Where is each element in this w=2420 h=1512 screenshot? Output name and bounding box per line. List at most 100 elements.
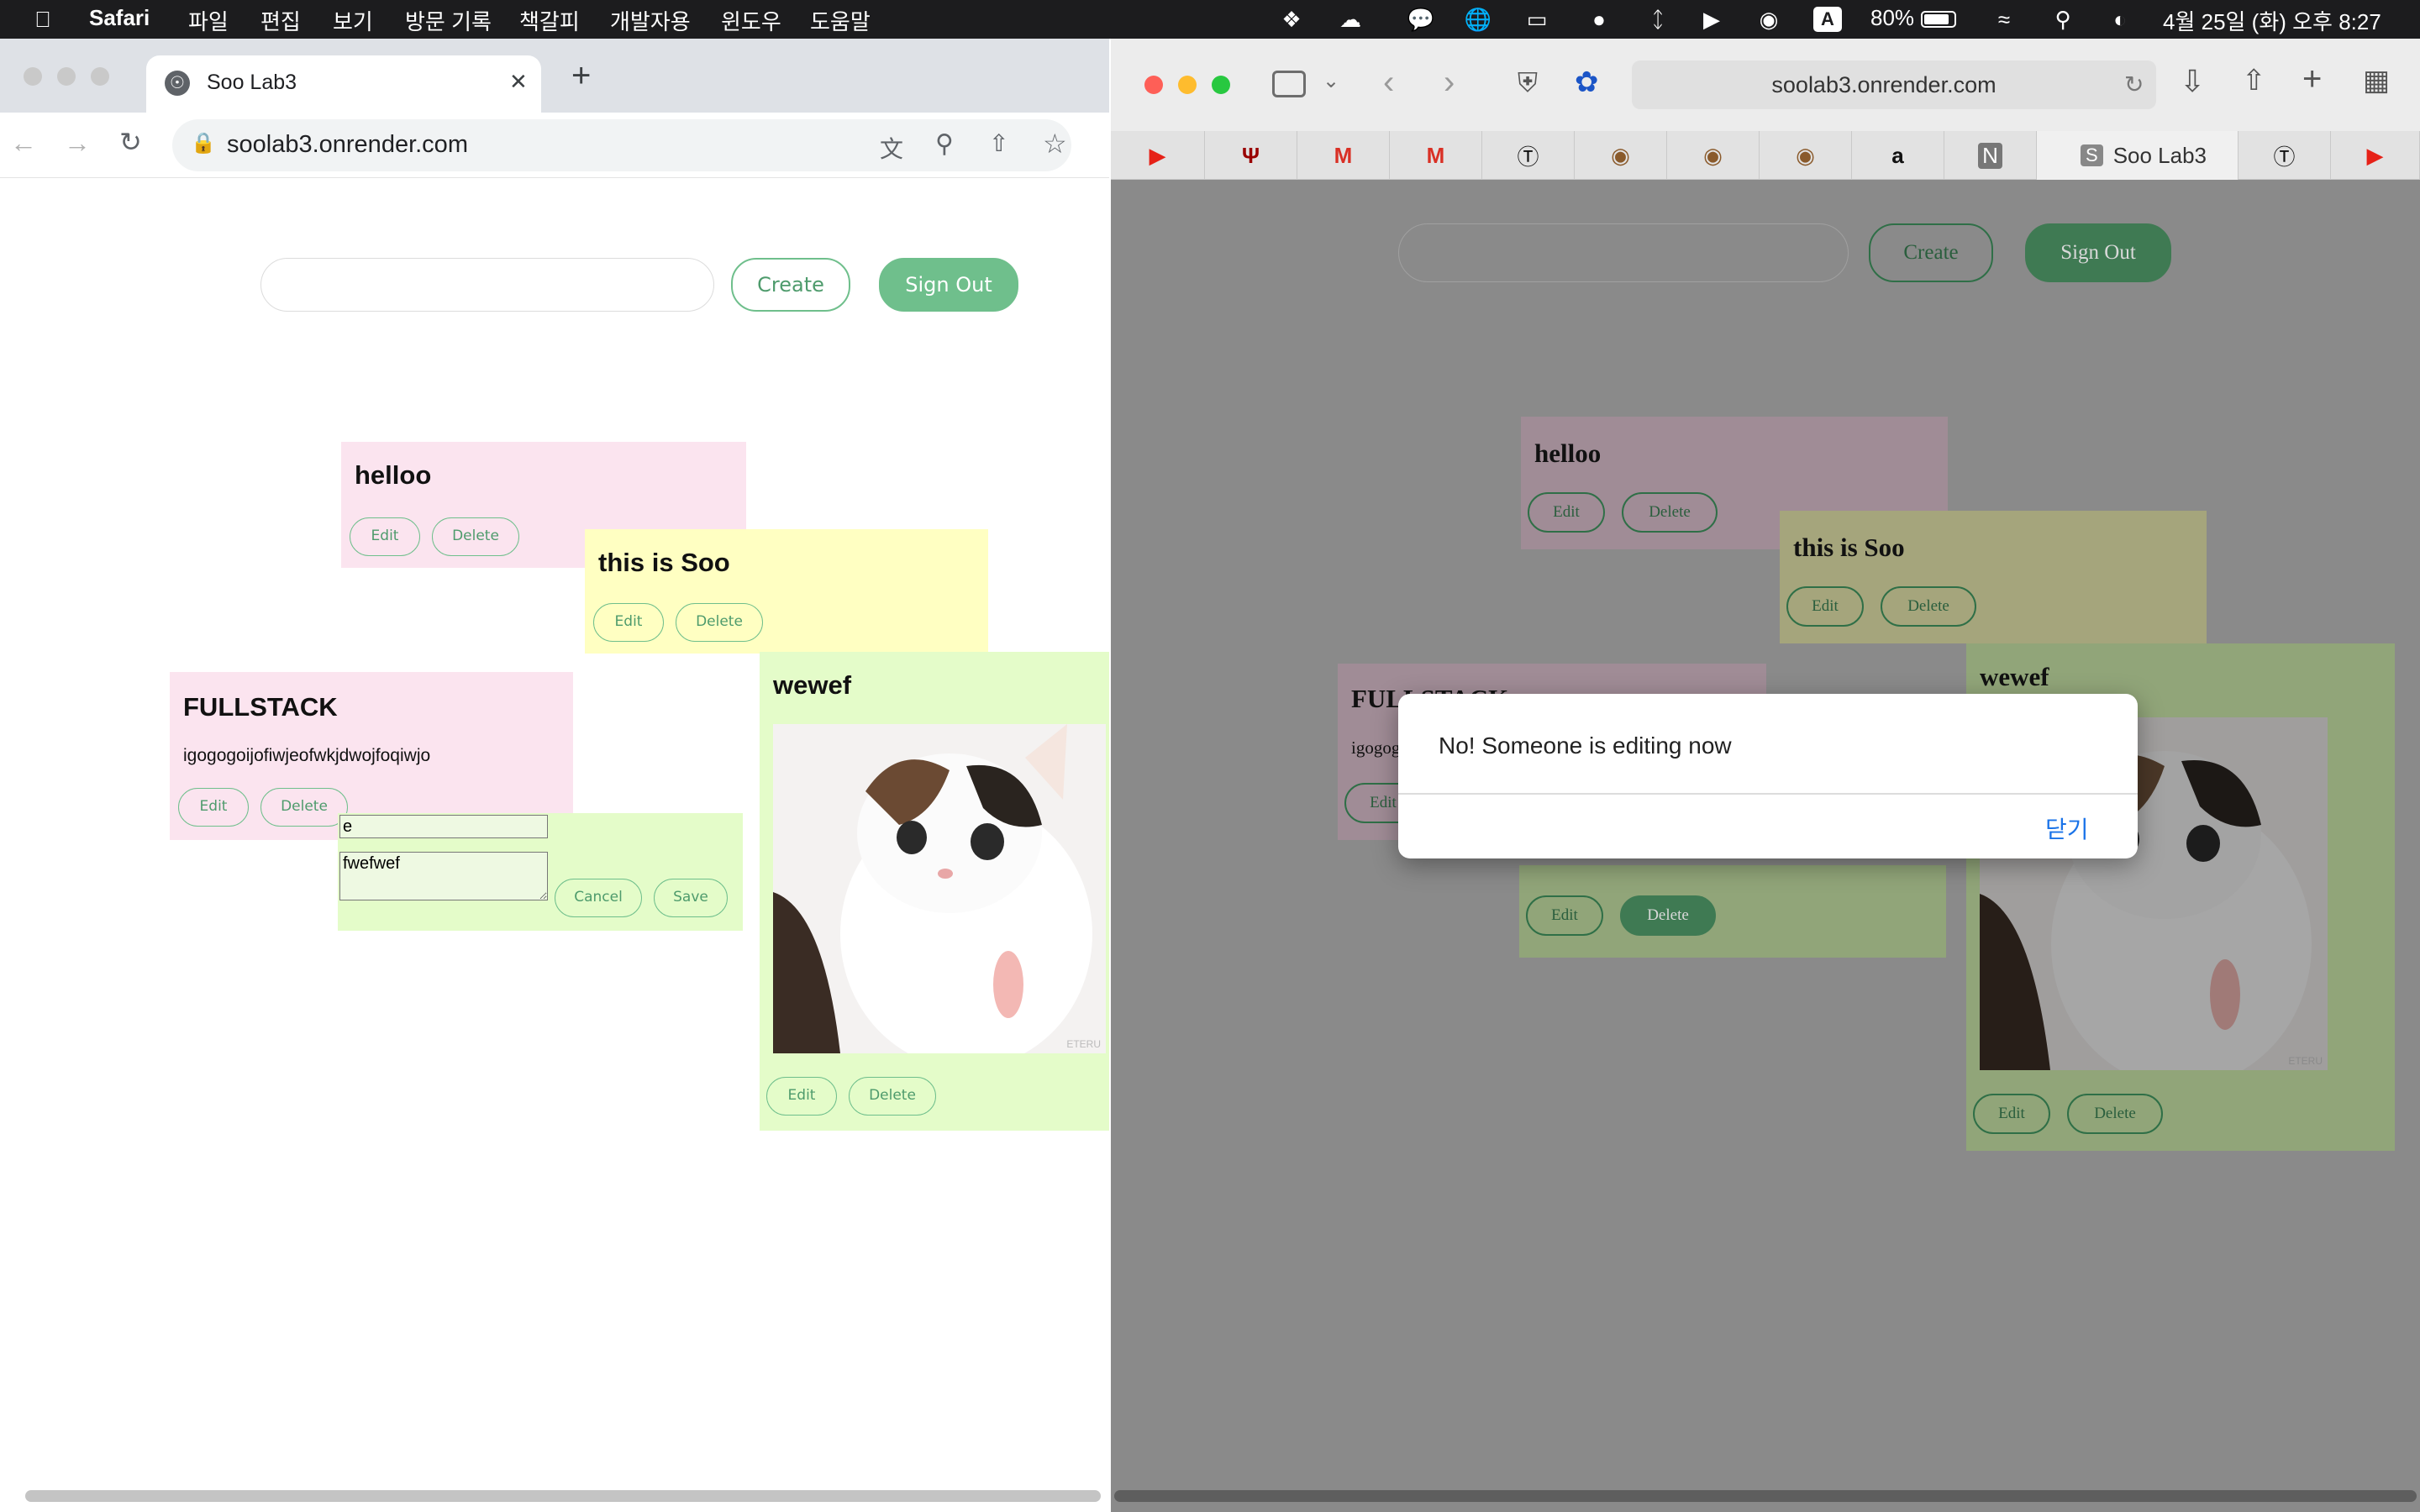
gmail-icon[interactable]: M bbox=[1390, 131, 1482, 180]
back-icon[interactable]: ‹ bbox=[1383, 64, 1394, 102]
downloads-icon[interactable]: ⇩ bbox=[2180, 64, 2205, 99]
editing-note-card[interactable]: fwefwef Cancel Save bbox=[338, 813, 743, 931]
sign-out-button[interactable]: Sign Out bbox=[879, 258, 1018, 312]
zoom-window-button[interactable] bbox=[91, 67, 109, 86]
delete-button[interactable]: Delete bbox=[432, 517, 519, 556]
share-icon[interactable]: ⇧ bbox=[989, 129, 1008, 157]
reload-icon[interactable]: ↻ bbox=[2124, 71, 2144, 98]
globe-icon[interactable]: 🌐 bbox=[1465, 7, 1491, 32]
edit-button[interactable]: Edit bbox=[1526, 895, 1603, 936]
note-card[interactable]: this is Soo Edit Delete bbox=[1780, 511, 2207, 643]
k-icon[interactable]: Ⓣ bbox=[1482, 131, 1575, 180]
close-dialog-button[interactable]: 닫기 bbox=[2045, 811, 2089, 845]
save-button[interactable]: Save bbox=[654, 879, 728, 917]
address-bar[interactable]: 🔒 soolab3.onrender.com 文 ⚲ ⇧ ☆ bbox=[172, 119, 1071, 171]
grammarly-icon[interactable]: ● bbox=[1586, 7, 1612, 32]
control-center-icon[interactable]: ◐ bbox=[2107, 7, 2133, 32]
messenger-icon[interactable]: 💬 bbox=[1407, 7, 1434, 32]
edit-button[interactable]: Edit bbox=[766, 1077, 837, 1116]
cancel-button[interactable]: Cancel bbox=[555, 879, 642, 917]
edit-button[interactable]: Edit bbox=[1528, 492, 1605, 533]
wifi-icon[interactable]: ≈ bbox=[1991, 7, 2017, 32]
share-icon[interactable]: ⇧ bbox=[2242, 64, 2266, 97]
forward-icon[interactable]: → bbox=[64, 128, 91, 159]
bear-icon[interactable]: ◉ bbox=[1760, 131, 1852, 180]
menu-window[interactable]: 윈도우 bbox=[721, 5, 781, 36]
edit-title-input[interactable] bbox=[339, 815, 548, 838]
menu-app-name[interactable]: Safari bbox=[89, 5, 150, 31]
bookmark-star-icon[interactable]: ☆ bbox=[1043, 128, 1067, 160]
tab-overview-icon[interactable]: ▦ bbox=[2363, 64, 2390, 97]
close-tab-icon[interactable]: ✕ bbox=[509, 69, 528, 95]
note-card[interactable]: wewef ETERU Edit Delete bbox=[760, 652, 1109, 1131]
menu-history[interactable]: 방문 기록 bbox=[405, 5, 492, 36]
delete-button[interactable]: Delete bbox=[1620, 895, 1716, 936]
delete-button[interactable]: Delete bbox=[1622, 492, 1718, 533]
bluetooth-icon[interactable]: ᛨ bbox=[1645, 7, 1670, 32]
sidebar-icon[interactable] bbox=[1272, 71, 1306, 97]
zoom-out-icon[interactable]: ⚲ bbox=[935, 129, 954, 159]
active-tab[interactable]: S Soo Lab3 bbox=[2037, 131, 2238, 180]
privacy-shield-icon[interactable]: ⛨ bbox=[1518, 67, 1538, 99]
translate-icon[interactable]: 文 bbox=[880, 131, 903, 165]
horizontal-scrollbar[interactable] bbox=[1114, 1490, 2417, 1502]
delete-button[interactable]: Delete bbox=[1881, 586, 1976, 627]
gmail-icon[interactable]: M bbox=[1297, 131, 1390, 180]
menu-develop[interactable]: 개발자용 bbox=[610, 5, 691, 36]
youtube-icon[interactable]: ▶ bbox=[1111, 131, 1205, 180]
edit-button[interactable]: Edit bbox=[1973, 1094, 2050, 1134]
bear-icon[interactable]: ◉ bbox=[1575, 131, 1667, 180]
apple-menu-icon[interactable]:  bbox=[30, 7, 55, 32]
delete-button[interactable]: Delete bbox=[2067, 1094, 2163, 1134]
edit-button[interactable]: Edit bbox=[178, 788, 249, 827]
amazon-icon[interactable]: a bbox=[1852, 131, 1944, 180]
note-card[interactable]: this is Soo Edit Delete bbox=[585, 529, 988, 654]
k-icon[interactable]: Ⓣ bbox=[2238, 131, 2331, 180]
menu-file[interactable]: 파일 bbox=[188, 5, 229, 36]
zoom-window-button[interactable] bbox=[1212, 76, 1230, 94]
extension-icon[interactable]: ✿ bbox=[1575, 66, 1599, 99]
address-bar[interactable]: soolab3.onrender.com ↻ bbox=[1632, 60, 2156, 109]
display-icon[interactable]: ▭ bbox=[1524, 7, 1549, 32]
forward-icon[interactable]: › bbox=[1444, 64, 1455, 102]
menu-datetime[interactable]: 4월 25일 (화) 오후 8:27 bbox=[2163, 5, 2381, 36]
chevron-down-icon[interactable]: ⌄ bbox=[1323, 69, 1339, 93]
delete-button[interactable]: Delete bbox=[849, 1077, 936, 1116]
bear-icon[interactable]: ◉ bbox=[1667, 131, 1760, 180]
create-button[interactable]: Create bbox=[1869, 223, 1993, 282]
menu-help[interactable]: 도움말 bbox=[810, 5, 871, 36]
reload-icon[interactable]: ↻ bbox=[119, 126, 142, 158]
youtube-icon[interactable]: ▶ bbox=[2331, 131, 2420, 180]
notion-icon[interactable]: N bbox=[1944, 131, 2037, 180]
edit-body-textarea[interactable]: fwefwef bbox=[339, 852, 548, 900]
close-window-button[interactable] bbox=[24, 67, 42, 86]
creative-cloud-icon[interactable]: ☁ bbox=[1338, 7, 1363, 32]
close-window-button[interactable] bbox=[1144, 76, 1163, 94]
edit-button[interactable]: Edit bbox=[350, 517, 420, 556]
tab-soo-lab3[interactable]: ☉ Soo Lab3 ✕ bbox=[146, 55, 541, 113]
airdrop-icon[interactable]: ◉ bbox=[1756, 7, 1781, 32]
note-card[interactable]: Edit Delete bbox=[1519, 865, 1946, 958]
battery-icon[interactable] bbox=[1918, 7, 1960, 32]
minimize-window-button[interactable] bbox=[1178, 76, 1197, 94]
input-source-icon[interactable]: A bbox=[1813, 7, 1842, 32]
iu-icon[interactable]: Ψ bbox=[1205, 131, 1297, 180]
spotlight-search-icon[interactable]: ⚲ bbox=[2050, 7, 2075, 32]
url-text[interactable]: soolab3.onrender.com bbox=[227, 131, 468, 159]
figma-icon[interactable]: ❖ bbox=[1279, 7, 1304, 32]
note-title-input[interactable] bbox=[1398, 223, 1849, 282]
url-text[interactable]: soolab3.onrender.com bbox=[1632, 72, 2136, 98]
delete-button[interactable]: Delete bbox=[260, 788, 348, 827]
horizontal-scrollbar[interactable] bbox=[25, 1490, 1101, 1502]
new-tab-button[interactable]: + bbox=[571, 57, 591, 95]
sign-out-button[interactable]: Sign Out bbox=[2025, 223, 2171, 282]
menu-view[interactable]: 보기 bbox=[333, 5, 373, 36]
create-button[interactable]: Create bbox=[731, 258, 850, 312]
note-title-input[interactable] bbox=[260, 258, 714, 312]
edit-button[interactable]: Edit bbox=[1786, 586, 1864, 627]
delete-button[interactable]: Delete bbox=[676, 603, 763, 642]
minimize-window-button[interactable] bbox=[57, 67, 76, 86]
back-icon[interactable]: ← bbox=[10, 128, 37, 159]
new-tab-icon[interactable]: + bbox=[2302, 60, 2322, 98]
lock-icon[interactable]: 🔒 bbox=[191, 131, 216, 155]
